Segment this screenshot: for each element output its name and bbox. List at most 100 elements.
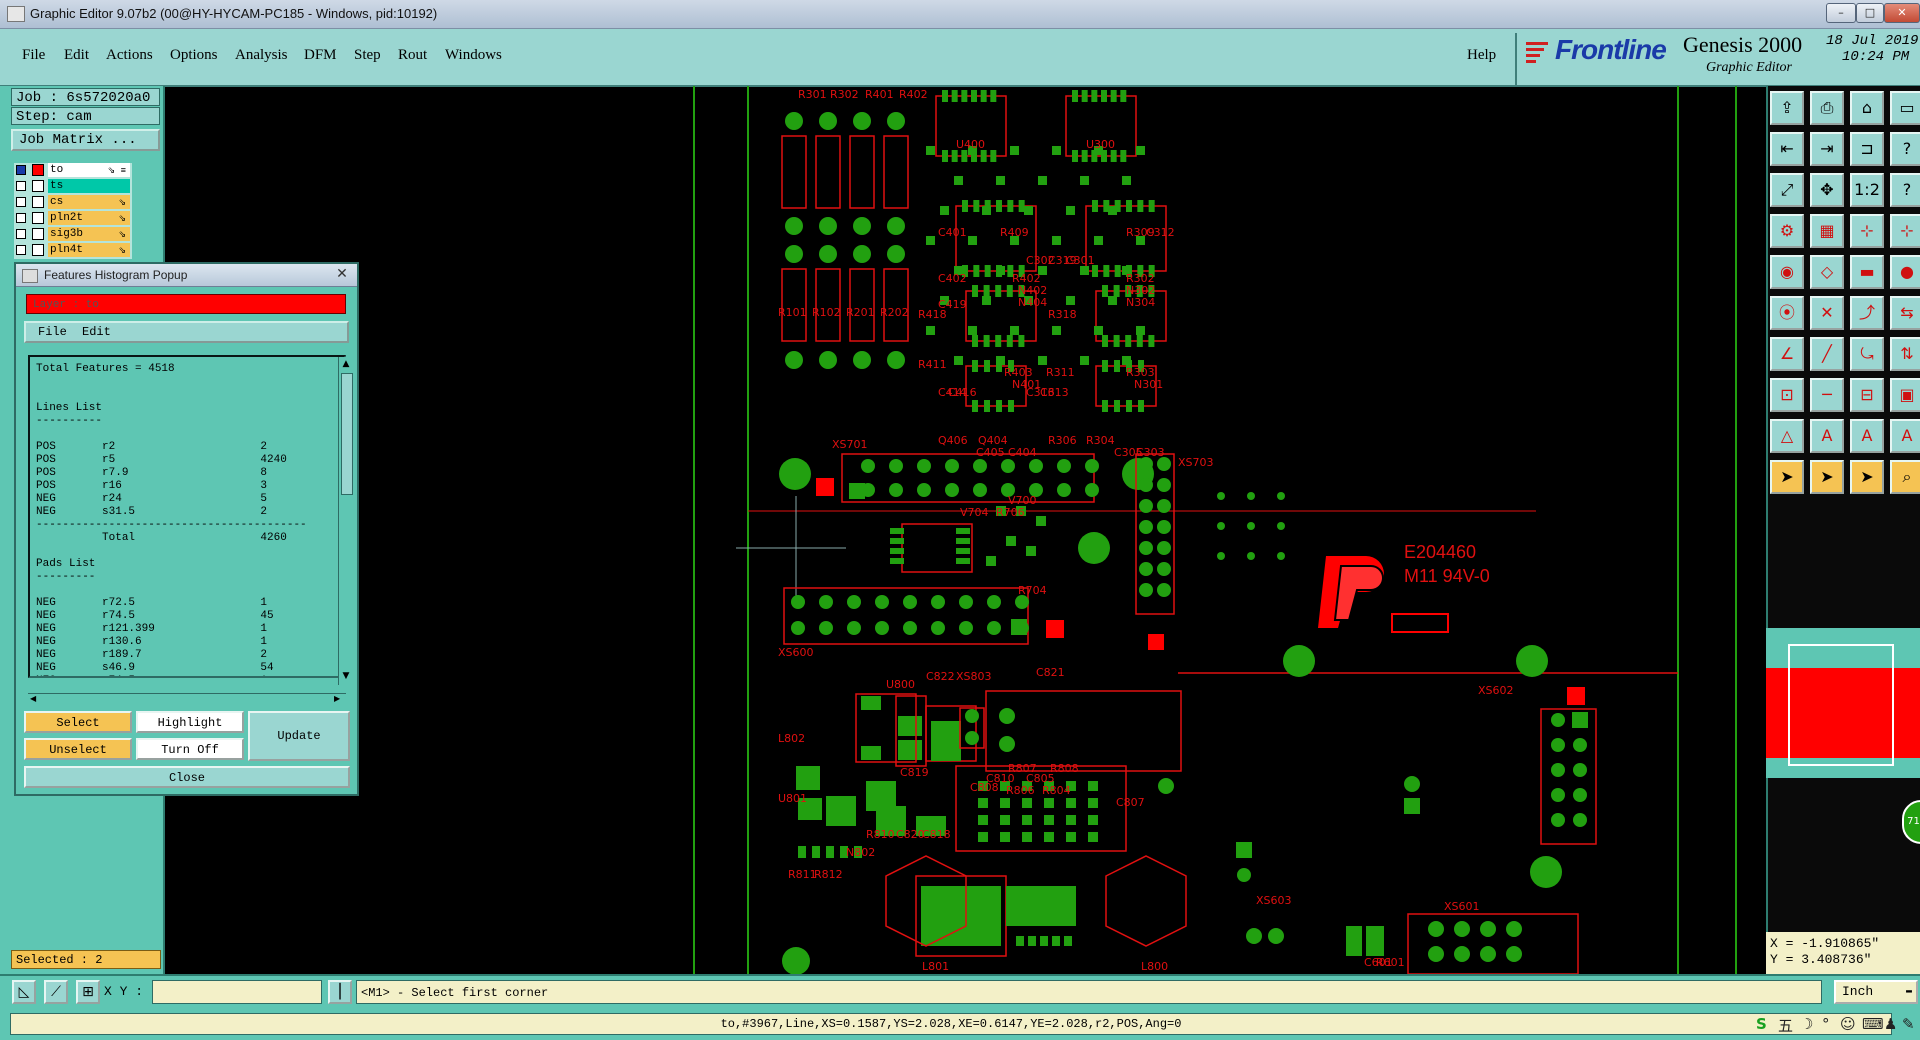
layer-checkbox[interactable] bbox=[16, 181, 26, 191]
popup-title-bar[interactable]: Features Histogram Popup ✕ bbox=[16, 264, 357, 287]
histogram-list[interactable]: Total Features = 4518 Lines List -------… bbox=[28, 355, 346, 678]
scroll-left-icon[interactable]: ◀ bbox=[30, 694, 36, 703]
grid-mode-icon[interactable]: ⊞ bbox=[76, 980, 100, 1004]
layer-name[interactable]: to ⇘ ≡ bbox=[48, 163, 130, 177]
layer-affected-icon[interactable] bbox=[32, 212, 44, 224]
histogram-horizontal-scrollbar[interactable]: ◀ ▶ bbox=[28, 693, 346, 706]
ime-logo-icon[interactable]: S bbox=[1756, 1015, 1767, 1033]
ratio-tool-button[interactable]: 1:2 bbox=[1850, 173, 1884, 207]
align-tool-button[interactable]: ⊟ bbox=[1850, 378, 1884, 412]
pcb-canvas[interactable]: E204460 M11 94V-0 R301 R302 R401 R402 R101 R102… bbox=[166, 86, 1766, 974]
ruler-tool-button[interactable]: ▬ bbox=[1850, 255, 1884, 289]
cursor-toggle-icon[interactable]: ⎮ bbox=[328, 980, 352, 1004]
layer-affected-icon[interactable] bbox=[32, 164, 44, 176]
grid-tool-button[interactable]: ▦ bbox=[1810, 214, 1844, 248]
layer-affected-icon[interactable] bbox=[32, 180, 44, 192]
turn-off-button[interactable]: Turn Off bbox=[136, 738, 244, 760]
layer-name[interactable]: ts bbox=[48, 179, 130, 193]
layer-name[interactable]: pln4t ⇘ bbox=[48, 243, 130, 257]
dot-tool-button[interactable]: ● bbox=[1890, 255, 1920, 289]
layer-checkbox[interactable] bbox=[16, 213, 26, 223]
layer-name[interactable]: pln2t ⇘ bbox=[48, 211, 130, 225]
layer-row-sig3b[interactable]: sig3b ⇘ bbox=[14, 227, 132, 242]
next-tool-button[interactable]: ⇥ bbox=[1810, 132, 1844, 166]
cross-tool-button[interactable]: ✕ bbox=[1810, 296, 1844, 330]
line-tool-button[interactable]: ∠ bbox=[1770, 337, 1804, 371]
ime-person-icon[interactable]: ♟ bbox=[1884, 1015, 1897, 1033]
move-tool-button[interactable]: ➤ bbox=[1850, 460, 1884, 494]
job-matrix-button[interactable]: Job Matrix ... bbox=[11, 129, 160, 151]
triangle-tool-button[interactable]: △ bbox=[1770, 419, 1804, 453]
xy-input[interactable] bbox=[152, 980, 322, 1004]
box-tool-button[interactable]: ▣ bbox=[1890, 378, 1920, 412]
popup-menu-edit[interactable]: Edit bbox=[82, 325, 111, 339]
dash-tool-button[interactable]: ─ bbox=[1810, 378, 1844, 412]
menu-file[interactable]: File bbox=[22, 47, 45, 64]
layer-name[interactable]: sig3b ⇘ bbox=[48, 227, 130, 241]
snap2-tool-button[interactable]: ⊹ bbox=[1890, 214, 1920, 248]
camera-tool-button[interactable]: ◉ bbox=[1770, 255, 1804, 289]
measure-tool-button[interactable]: ⚙ bbox=[1770, 214, 1804, 248]
window-title-bar[interactable]: Graphic Editor 9.07b2 (00@HY-HYCAM-PC185… bbox=[0, 0, 1920, 29]
layer-preview[interactable] bbox=[1766, 628, 1920, 778]
ime-smile-icon[interactable]: ☺ bbox=[1840, 1015, 1856, 1033]
draw-mode-icon[interactable]: ◺ bbox=[12, 980, 36, 1004]
connect-tool-button[interactable]: ⤴ bbox=[1850, 296, 1884, 330]
panel-tool-button[interactable]: ▭ bbox=[1890, 91, 1920, 125]
ime-punct-icon[interactable]: ° bbox=[1822, 1015, 1830, 1033]
menu-options[interactable]: Options bbox=[170, 47, 218, 64]
ime-wrench-icon[interactable]: ✎ bbox=[1902, 1015, 1915, 1033]
ime-keyboard-icon[interactable]: ⌨ bbox=[1862, 1015, 1884, 1033]
save-tool-button[interactable]: ⎙ bbox=[1810, 91, 1844, 125]
unselect-button[interactable]: Unselect bbox=[24, 738, 132, 760]
layer-row-pln2t[interactable]: pln2t ⇘ bbox=[14, 211, 132, 226]
erase-tool-button[interactable]: ◇ bbox=[1810, 255, 1844, 289]
minimize-button[interactable]: – bbox=[1826, 3, 1856, 23]
pen-tool-button[interactable]: ╱ bbox=[1810, 337, 1844, 371]
step-2-tool-button[interactable]: ⌕ bbox=[1890, 460, 1920, 494]
layer-affected-icon[interactable] bbox=[32, 196, 44, 208]
highlight-button[interactable]: Highlight bbox=[136, 711, 244, 733]
menu-step[interactable]: Step bbox=[354, 47, 381, 64]
layer-checkbox[interactable] bbox=[16, 229, 26, 239]
snap-tool-button[interactable]: ⊹ bbox=[1850, 214, 1884, 248]
arc-tool-button[interactable]: ⤿ bbox=[1850, 337, 1884, 371]
layer-row-to[interactable]: to ⇘ ≡ bbox=[14, 163, 132, 178]
close-window-button[interactable]: ✕ bbox=[1884, 3, 1920, 23]
pointer-tool-button[interactable]: ➤ bbox=[1770, 460, 1804, 494]
close-button[interactable]: Close bbox=[24, 766, 350, 788]
text-tool-button[interactable]: A bbox=[1810, 419, 1844, 453]
layer-checkbox[interactable] bbox=[16, 245, 26, 255]
menu-analysis[interactable]: Analysis bbox=[235, 47, 288, 64]
prev-tool-button[interactable]: ⇤ bbox=[1770, 132, 1804, 166]
layer-row-cs[interactable]: cs ⇘ bbox=[14, 195, 132, 210]
select-button[interactable]: Select bbox=[24, 711, 132, 733]
histogram-vertical-scrollbar[interactable]: ▲ ▼ bbox=[338, 357, 353, 685]
fit-tool-button[interactable]: ⤢ bbox=[1770, 173, 1804, 207]
layer-name[interactable]: cs ⇘ bbox=[48, 195, 130, 209]
open-tool-button[interactable]: ⇪ bbox=[1770, 91, 1804, 125]
layer-checkbox[interactable] bbox=[16, 197, 26, 207]
menu-dfm[interactable]: DFM bbox=[304, 47, 337, 64]
text2-tool-button[interactable]: A bbox=[1850, 419, 1884, 453]
select-tool-button[interactable]: ➤ bbox=[1810, 460, 1844, 494]
scroll-thumb[interactable] bbox=[341, 373, 353, 495]
layer-affected-icon[interactable] bbox=[32, 228, 44, 240]
popup-close-icon[interactable]: ✕ bbox=[332, 265, 352, 283]
menu-actions[interactable]: Actions bbox=[106, 47, 153, 64]
popup-menu-file[interactable]: File bbox=[38, 325, 67, 339]
link-tool-button[interactable]: ⦿ bbox=[1770, 296, 1804, 330]
measure-mode-icon[interactable]: ⟋ bbox=[44, 980, 68, 1004]
step-tool-button[interactable]: ⊐ bbox=[1850, 132, 1884, 166]
menu-windows[interactable]: Windows bbox=[445, 47, 502, 64]
flip-tool-button[interactable]: ⇅ bbox=[1890, 337, 1920, 371]
menu-rout[interactable]: Rout bbox=[398, 47, 427, 64]
ime-moon-icon[interactable]: ☽ bbox=[1800, 1015, 1813, 1033]
maximize-button[interactable]: □ bbox=[1856, 3, 1884, 23]
layer-row-ts[interactable]: ts bbox=[14, 179, 132, 194]
node-tool-button[interactable]: ⊡ bbox=[1770, 378, 1804, 412]
zoom-tool-button[interactable]: ✥ bbox=[1810, 173, 1844, 207]
layer-checkbox[interactable] bbox=[16, 165, 26, 175]
scroll-down-icon[interactable]: ▼ bbox=[341, 671, 351, 681]
text3-tool-button[interactable]: A bbox=[1890, 419, 1920, 453]
